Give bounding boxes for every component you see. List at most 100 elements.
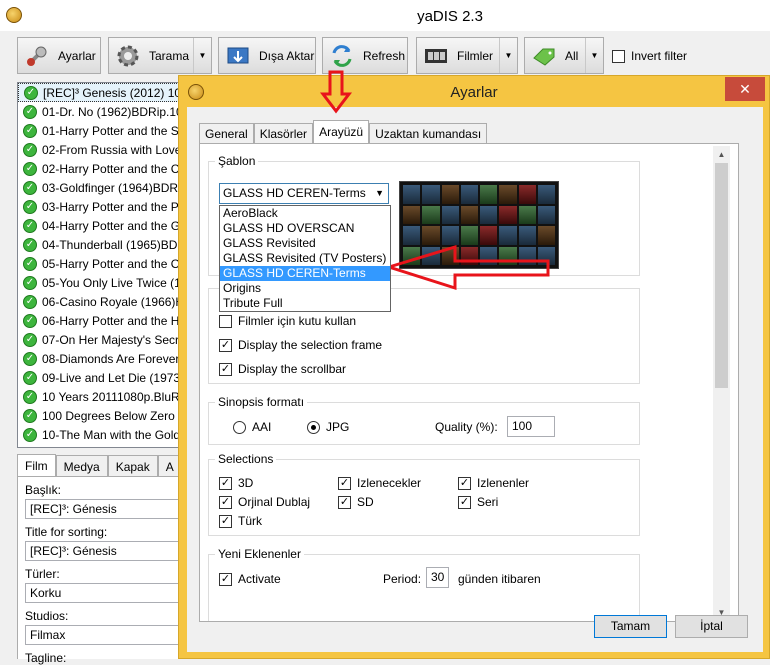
genres-field[interactable]: Korku [25, 583, 190, 603]
movie-title: 01-Dr. No (1962)BDRip.10 [42, 104, 183, 119]
movie-list-item[interactable]: ✓ [REC]³ Genesis (2012) 1080 [18, 83, 191, 102]
tab-film[interactable]: Film [17, 454, 56, 477]
poster-thumbnail [518, 226, 536, 245]
scan-dropdown-icon[interactable]: ▼ [193, 38, 211, 73]
invert-filter-checkbox[interactable]: Invert filter [612, 49, 687, 63]
panel-scrollbar[interactable]: ▲ ▼ [713, 146, 730, 621]
dialog-titlebar: Ayarlar ✕ [179, 76, 769, 107]
template-option[interactable]: GLASS Revisited (TV Posters) [220, 251, 390, 266]
selection-watched[interactable]: ✓ Izlenenler [458, 476, 529, 490]
template-group-label: Şablon [215, 154, 259, 168]
activate-checkbox[interactable]: ✓ Activate [219, 572, 281, 586]
close-button[interactable]: ✕ [725, 77, 765, 101]
sort-title-field[interactable]: [REC]³: Génesis [25, 541, 190, 561]
movie-list-item[interactable]: ✓ 03-Harry Potter and the P [18, 197, 191, 216]
selection-turkish-box[interactable]: ✓ [219, 514, 232, 528]
activate-box[interactable]: ✓ [219, 572, 232, 586]
ok-button[interactable]: Tamam [594, 615, 667, 638]
jpg-radio[interactable]: JPG [307, 420, 349, 434]
export-button[interactable]: Dışa Aktar [218, 37, 316, 74]
poster-thumbnail [537, 185, 555, 204]
template-option[interactable]: GLASS HD OVERSCAN [220, 221, 390, 236]
tab-remote[interactable]: Uzaktan kumandası [369, 123, 488, 143]
movies-button[interactable]: Filmler ▼ [416, 37, 518, 74]
movie-list-item[interactable]: ✓ 04-Thunderball (1965)BDI [18, 235, 191, 254]
movie-list-item[interactable]: ✓ 01-Dr. No (1962)BDRip.10 [18, 102, 191, 121]
scrollbar-box[interactable]: ✓ [219, 362, 232, 376]
poster-thumbnail [499, 185, 517, 204]
movie-list-item[interactable]: ✓ 07-On Her Majesty's Secr [18, 330, 191, 349]
selection-sd-box[interactable]: ✓ [338, 495, 351, 509]
movie-list-item[interactable]: ✓ 02-Harry Potter and the C [18, 159, 191, 178]
invert-filter-box[interactable] [612, 49, 625, 63]
filter-dropdown-icon[interactable]: ▼ [585, 38, 603, 73]
poster-thumbnail [518, 185, 536, 204]
movie-list-item[interactable]: ✓ 09-Live and Let Die (1973) [18, 368, 191, 387]
poster-thumbnail [499, 205, 517, 224]
poster-thumbnail [460, 205, 478, 224]
title-field[interactable]: [REC]³: Génesis [25, 499, 190, 519]
template-option[interactable]: Origins [220, 281, 390, 296]
selection-series-box[interactable]: ✓ [458, 495, 471, 509]
studios-field[interactable]: Filmax [25, 625, 190, 645]
poster-thumbnail [460, 226, 478, 245]
tab-cover[interactable]: Kapak [107, 455, 158, 477]
jpg-label: JPG [326, 420, 350, 434]
tab-media[interactable]: Medya [55, 455, 108, 477]
movie-list-item[interactable]: ✓ 10 Years 20111080p.BluRa [18, 387, 191, 406]
movie-list-item[interactable]: ✓ 10-The Man with the Gold [18, 425, 191, 444]
movie-list-item[interactable]: ✓ 08-Diamonds Are Forever [18, 349, 191, 368]
scrollbar-checkbox[interactable]: ✓ Display the scrollbar [219, 362, 346, 376]
selection-original-dub-box[interactable]: ✓ [219, 495, 232, 509]
selection-frame-checkbox[interactable]: ✓ Display the selection frame [219, 338, 382, 352]
movie-list-item[interactable]: ✓ 05-Harry Potter and the O [18, 254, 191, 273]
selection-series[interactable]: ✓ Seri [458, 495, 498, 509]
selection-frame-box[interactable]: ✓ [219, 338, 232, 352]
period-label: Period: [383, 572, 422, 586]
aai-radio-button[interactable] [233, 420, 246, 434]
scan-button[interactable]: Tarama ▼ [108, 37, 212, 74]
movie-list-item[interactable]: ✓ 02-From Russia with Love [18, 140, 191, 159]
selection-original-dub[interactable]: ✓ Orjinal Dublaj [219, 495, 310, 509]
selection-watched-box[interactable]: ✓ [458, 476, 471, 490]
movie-list-item[interactable]: ✓ 03-Goldfinger (1964)BDRi [18, 178, 191, 197]
filter-all-button[interactable]: All ▼ [524, 37, 604, 74]
aai-radio[interactable]: AAI [233, 420, 271, 434]
tab-general[interactable]: General [199, 123, 254, 143]
template-option[interactable]: AeroBlack [220, 206, 390, 221]
movie-list-item[interactable]: ✓ 04-Harry Potter and the G [18, 216, 191, 235]
movie-list-item[interactable]: ✓ 01-Harry Potter and the S [18, 121, 191, 140]
cancel-button[interactable]: İptal [675, 615, 748, 638]
scan-label: Tarama [149, 48, 190, 63]
movie-list-item[interactable]: ✓ 100 Degrees Below Zero ( [18, 406, 191, 425]
template-dropdown[interactable]: AeroBlack GLASS HD OVERSCAN GLASS Revisite… [219, 205, 391, 312]
use-box-box[interactable] [219, 314, 232, 328]
quality-input[interactable]: 100 [507, 416, 555, 437]
template-option[interactable]: Tribute Full [220, 296, 390, 311]
scroll-thumb[interactable] [715, 163, 728, 388]
movies-dropdown-icon[interactable]: ▼ [499, 38, 517, 73]
movie-list[interactable]: ✓ [REC]³ Genesis (2012) 1080 ✓ 01-Dr. No (1… [17, 82, 192, 448]
selection-watchlist-box[interactable]: ✓ [338, 476, 351, 490]
use-box-checkbox[interactable]: Filmler için kutu kullan [219, 314, 356, 328]
selection-3d[interactable]: ✓ 3D [219, 476, 253, 490]
tab-folders[interactable]: Klasörler [253, 123, 314, 143]
selection-sd[interactable]: ✓ SD [338, 495, 374, 509]
toolbar: Ayarlar Tarama ▼ Dışa Aktar Refresh Film… [0, 31, 770, 81]
period-input[interactable]: 30 [426, 567, 449, 588]
filter-all-label: All [565, 48, 579, 63]
movie-list-item[interactable]: ✓ 06-Harry Potter and the H [18, 311, 191, 330]
movie-list-item[interactable]: ✓ 05-You Only Live Twice (1 [18, 273, 191, 292]
template-select[interactable]: GLASS HD CEREN-Terms ▼ [219, 183, 389, 204]
selection-3d-box[interactable]: ✓ [219, 476, 232, 490]
settings-button[interactable]: Ayarlar [17, 37, 101, 74]
scroll-up-icon[interactable]: ▲ [713, 146, 730, 163]
movie-list-item[interactable]: ✓ 06-Casino Royale (1966)H [18, 292, 191, 311]
jpg-radio-button[interactable] [307, 420, 320, 434]
selection-watchlist[interactable]: ✓ Izlenecekler [338, 476, 421, 490]
template-option[interactable]: GLASS Revisited [220, 236, 390, 251]
selection-turkish[interactable]: ✓ Türk [219, 514, 262, 528]
template-option[interactable]: GLASS HD CEREN-Terms [220, 266, 390, 281]
tab-interface[interactable]: Arayüzü [313, 120, 370, 143]
refresh-button[interactable]: Refresh [322, 37, 408, 74]
